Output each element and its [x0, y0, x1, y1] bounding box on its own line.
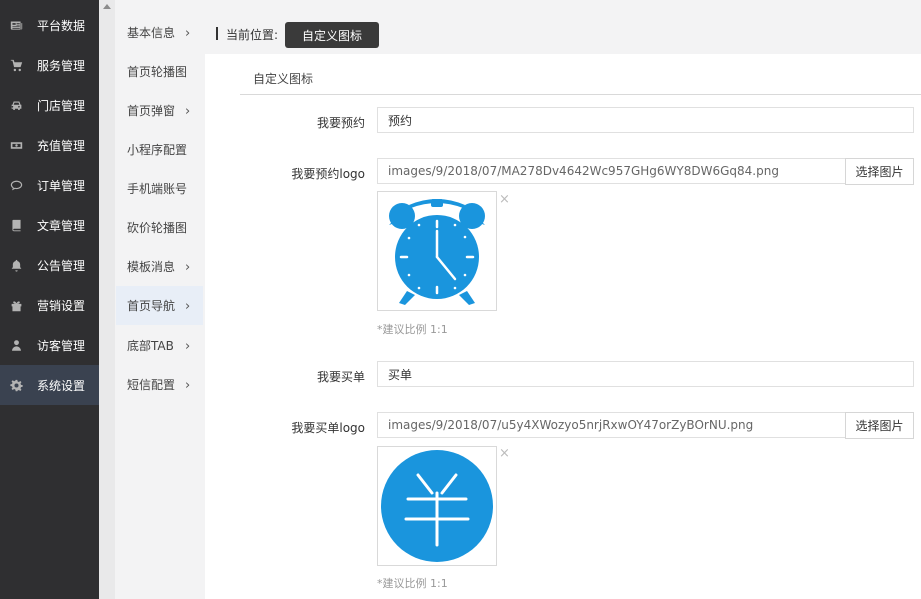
- subnav-scrollbar[interactable]: [99, 0, 115, 599]
- chevron-right-icon: ›: [185, 104, 191, 119]
- pay-logo-remove-close-icon[interactable]: ×: [499, 446, 510, 461]
- book-icon: [9, 218, 23, 232]
- booking-label: 我要预约: [316, 116, 365, 130]
- alarm-clock-icon: [389, 199, 485, 305]
- subnav-item-label: 短信配置: [127, 378, 176, 392]
- subnav-item-sms-config[interactable]: 短信配置 ›: [116, 365, 203, 404]
- booking-logo-label: 我要预约logo: [291, 167, 365, 181]
- subnav-item-bargain-carousel[interactable]: 砍价轮播图: [116, 208, 203, 247]
- sidebar-item-label: 文章管理: [37, 218, 86, 233]
- sidebar-item-label: 服务管理: [37, 58, 86, 73]
- subnav-item-label: 首页导航: [127, 299, 176, 313]
- breadcrumb-current-button[interactable]: 自定义图标: [285, 22, 379, 48]
- booking-logo-hint: *建议比例 1:1: [377, 323, 448, 336]
- sidebar-item-store[interactable]: 门店管理: [0, 85, 99, 125]
- sidebar-item-platform-data[interactable]: 平台数据: [0, 5, 99, 45]
- chevron-right-icon: ›: [185, 299, 191, 314]
- subnav-item-label: 底部TAB: [127, 339, 174, 353]
- subnav-item-template-message[interactable]: 模板消息 ›: [116, 247, 203, 286]
- bell-icon: [9, 258, 23, 272]
- sidebar-item-visitors[interactable]: 访客管理: [0, 325, 99, 365]
- booking-logo-remove-close-icon[interactable]: ×: [499, 192, 510, 207]
- pay-input[interactable]: [377, 361, 914, 387]
- sidebar-item-orders[interactable]: 订单管理: [0, 165, 99, 205]
- pay-logo-preview: [377, 446, 497, 566]
- subnav-item-label: 手机端账号: [127, 182, 188, 196]
- sidebar-item-label: 门店管理: [37, 98, 86, 113]
- sidebar-item-articles[interactable]: 文章管理: [0, 205, 99, 245]
- pay-logo-select-button[interactable]: 选择图片: [845, 412, 914, 439]
- pay-logo-label: 我要买单logo: [291, 421, 365, 435]
- pay-logo-hint: *建议比例 1:1: [377, 577, 448, 590]
- newspaper-icon: [9, 18, 23, 32]
- sidebar-item-label: 订单管理: [37, 178, 86, 193]
- subnav-item-mobile-account[interactable]: 手机端账号: [116, 169, 203, 208]
- booking-logo-path-input[interactable]: [377, 158, 846, 184]
- sidebar-item-marketing[interactable]: 营销设置: [0, 285, 99, 325]
- chevron-right-icon: ›: [185, 260, 191, 275]
- sidebar-item-label: 访客管理: [37, 338, 86, 353]
- subnav-item-label: 小程序配置: [127, 143, 188, 157]
- pay-logo-path-input[interactable]: [377, 412, 846, 438]
- gear-icon: [9, 378, 23, 392]
- booking-input[interactable]: [377, 107, 914, 133]
- comment-icon: [9, 178, 23, 192]
- subnav-item-home-popup[interactable]: 首页弹窗 ›: [116, 91, 203, 130]
- user-icon: [9, 338, 23, 352]
- sidebar-item-notices[interactable]: 公告管理: [0, 245, 99, 285]
- sidebar-item-recharge[interactable]: 充值管理: [0, 125, 99, 165]
- subnav-item-home-carousel[interactable]: 首页轮播图: [116, 52, 203, 91]
- sidebar-item-label: 系统设置: [37, 378, 86, 393]
- booking-logo-select-button[interactable]: 选择图片: [845, 158, 914, 185]
- yuan-coin-icon: [381, 450, 493, 562]
- subnav-item-basic-info[interactable]: 基本信息 ›: [116, 13, 203, 52]
- subnav-item-label: 首页轮播图: [127, 65, 188, 79]
- main-sidebar: 平台数据 服务管理 门店管理 充值管理 订单管理 文章管理 公告管理 营销设置 …: [0, 0, 99, 599]
- sub-navigation: 基本信息 › 首页轮播图 首页弹窗 › 小程序配置 手机端账号 砍价轮播图 模板…: [99, 0, 204, 599]
- subnav-item-label: 基本信息: [127, 26, 176, 40]
- breadcrumb-label: 当前位置:: [226, 28, 279, 42]
- breadcrumb: 当前位置: 自定义图标: [205, 0, 921, 54]
- sidebar-item-service[interactable]: 服务管理: [0, 45, 99, 85]
- chevron-right-icon: ›: [185, 378, 191, 393]
- scroll-up-arrow-icon[interactable]: [103, 4, 111, 9]
- subnav-item-bottom-tab[interactable]: 底部TAB ›: [116, 326, 203, 365]
- sidebar-item-system-settings[interactable]: 系统设置: [0, 365, 99, 405]
- main-content: 当前位置: 自定义图标 自定义图标 我要预约 我要预约logo 选择图片: [205, 0, 921, 599]
- cart-icon: [9, 58, 23, 72]
- subnav-item-label: 砍价轮播图: [127, 221, 188, 235]
- chevron-right-icon: ›: [185, 339, 191, 354]
- booking-logo-preview: [377, 191, 497, 311]
- sidebar-item-label: 平台数据: [37, 18, 86, 33]
- section-divider: [240, 94, 921, 95]
- subnav-item-home-nav[interactable]: 首页导航 ›: [116, 286, 203, 325]
- subnav-item-label: 模板消息: [127, 260, 176, 274]
- gift-icon: [9, 298, 23, 312]
- chevron-right-icon: ›: [185, 26, 191, 41]
- subnav-item-miniprogram-config[interactable]: 小程序配置: [116, 130, 203, 169]
- breadcrumb-marker: [216, 27, 218, 40]
- sidebar-item-label: 公告管理: [37, 258, 86, 273]
- subnav-item-label: 首页弹窗: [127, 104, 176, 118]
- pay-label: 我要买单: [316, 370, 365, 384]
- sidebar-item-label: 充值管理: [37, 138, 86, 153]
- money-icon: [9, 138, 23, 152]
- sidebar-item-label: 营销设置: [37, 298, 86, 313]
- car-icon: [9, 98, 23, 112]
- section-title: 自定义图标: [253, 72, 314, 86]
